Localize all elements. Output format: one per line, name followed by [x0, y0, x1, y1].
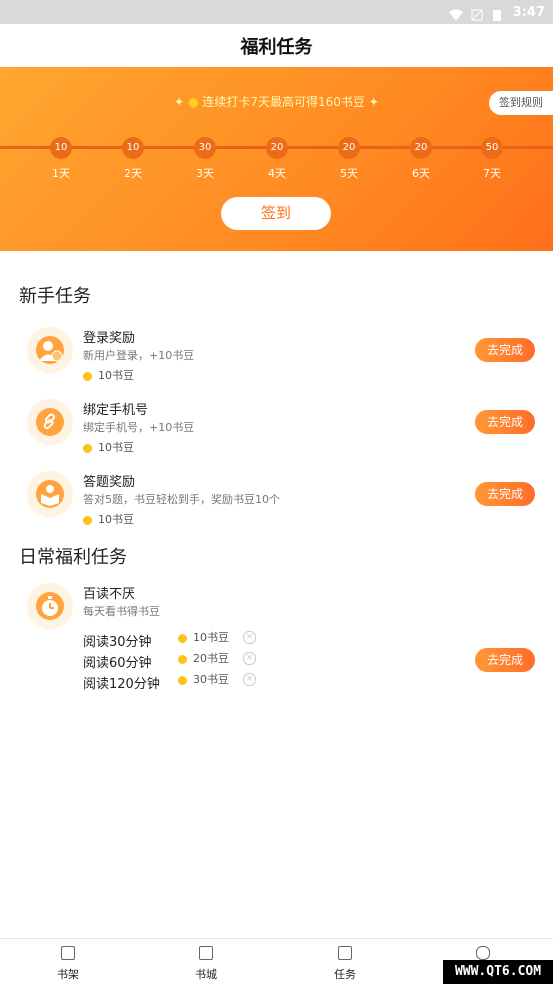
reading-goal-reward: 30书豆 [178, 671, 229, 687]
title-bar: 福利任务 [0, 24, 553, 68]
day-reward: 20 [266, 137, 288, 159]
reading-goal-reward: 20书豆 [178, 650, 229, 666]
tab-bookstore[interactable]: 书城 [166, 939, 246, 982]
incomplete-icon: × [243, 631, 256, 644]
stopwatch-icon [36, 592, 64, 620]
sparkle-icon: ✦ [368, 95, 379, 109]
task-reward: 10书豆 [83, 511, 134, 527]
bean-icon [178, 633, 187, 643]
wifi-icon [448, 6, 463, 21]
task-desc: 新用户登录，+10书豆 [83, 349, 195, 362]
task-daily-reading: 百读不厌 每天看书得书豆 阅读30分钟 10书豆 × 阅读60分钟 20书豆 ×… [0, 583, 553, 693]
checkin-tip-text: 连续打卡7天最高可得160书豆 [202, 95, 365, 109]
task-name: 绑定手机号 [83, 403, 149, 418]
task-reward-text: 10书豆 [98, 369, 134, 382]
task-go-button[interactable]: 去完成 [475, 482, 535, 506]
book-reader-icon [36, 480, 64, 508]
daily-section-title: 日常福利任务 [19, 547, 127, 568]
newbie-section-title: 新手任务 [19, 286, 91, 307]
bean-icon [83, 371, 92, 381]
day-label: 7天 [483, 167, 501, 180]
tasks-icon [338, 946, 352, 960]
day-label: 6天 [412, 167, 430, 180]
sign-in-button[interactable]: 签到 [221, 197, 331, 230]
task-icon-wrap [27, 399, 73, 445]
day-reward: 30 [194, 137, 216, 159]
tab-label: 书架 [57, 968, 79, 981]
task-reward: 10书豆 [83, 439, 134, 455]
reading-reward-text: 30书豆 [193, 673, 229, 686]
bookstore-icon [199, 946, 213, 960]
day-label: 1天 [52, 167, 70, 180]
battery-icon [492, 6, 507, 21]
day-label: 5天 [340, 167, 358, 180]
task-go-button[interactable]: 去完成 [475, 410, 535, 434]
incomplete-icon: × [243, 652, 256, 665]
reading-reward-text: 10书豆 [193, 631, 229, 644]
day-reward: 50 [481, 137, 503, 159]
checkin-day-3: 30 3天 [185, 137, 225, 181]
bean-icon [83, 515, 92, 525]
tab-tasks[interactable]: 任务 [305, 939, 385, 982]
task-bind-phone: 绑定手机号 绑定手机号，+10书豆 10书豆 去完成 [0, 399, 553, 469]
status-bar: 3:47 [0, 0, 553, 24]
tab-label: 书城 [195, 968, 217, 981]
task-reward-text: 10书豆 [98, 513, 134, 526]
bean-icon [83, 443, 92, 453]
checkin-day-2: 10 2天 [113, 137, 153, 181]
bean-icon [178, 675, 187, 685]
profile-icon [476, 946, 490, 960]
task-icon-wrap [27, 327, 73, 373]
no-sim-icon [471, 6, 485, 21]
reading-goal-reward: 10书豆 [178, 629, 229, 645]
page-title: 福利任务 [240, 37, 313, 58]
task-reward: 10书豆 [83, 367, 134, 383]
task-go-button[interactable]: 去完成 [475, 338, 535, 362]
checkin-banner: ✦ ● 连续打卡7天最高可得160书豆 ✦ 签到规则 10 1天 10 2天 3… [0, 67, 553, 251]
user-check-icon [36, 336, 64, 364]
task-name: 答题奖励 [83, 475, 136, 490]
checkin-day-5: 20 5天 [329, 137, 369, 181]
bean-icon: ● [188, 95, 199, 109]
day-reward: 20 [338, 137, 360, 159]
bean-icon [178, 654, 187, 664]
task-desc: 每天看书得书豆 [83, 605, 160, 618]
watermark: WWW.QT6.COM [443, 960, 553, 984]
incomplete-icon: × [243, 673, 256, 686]
day-label: 3天 [196, 167, 214, 180]
day-reward: 10 [50, 137, 72, 159]
link-icon [36, 408, 64, 436]
checkin-day-4: 20 4天 [257, 137, 297, 181]
task-name: 登录奖励 [83, 331, 136, 346]
status-time: 3:47 [512, 4, 545, 20]
task-name: 百读不厌 [83, 587, 136, 602]
sparkle-icon: ✦ [174, 95, 185, 109]
tab-label: 任务 [334, 968, 356, 981]
checkin-day-7: 50 7天 [472, 137, 512, 181]
day-reward: 10 [122, 137, 144, 159]
day-label: 2天 [124, 167, 142, 180]
task-icon-wrap [27, 471, 73, 517]
checkin-rules-button[interactable]: 签到规则 [489, 91, 553, 115]
task-desc: 绑定手机号，+10书豆 [83, 421, 195, 434]
task-login-reward: 登录奖励 新用户登录，+10书豆 10书豆 去完成 [0, 327, 553, 397]
task-reward-text: 10书豆 [98, 441, 134, 454]
checkin-tip: ✦ ● 连续打卡7天最高可得160书豆 ✦ [0, 93, 553, 110]
reading-goal-label: 阅读120分钟 [83, 677, 160, 692]
checkin-day-6: 20 6天 [401, 137, 441, 181]
task-go-button[interactable]: 去完成 [475, 648, 535, 672]
bookshelf-icon [61, 946, 75, 960]
checkin-day-1: 10 1天 [41, 137, 81, 181]
reading-reward-text: 20书豆 [193, 652, 229, 665]
reading-goal-label: 阅读30分钟 [83, 635, 152, 650]
reading-goal-label: 阅读60分钟 [83, 656, 152, 671]
task-icon-wrap [27, 583, 73, 629]
tab-bookshelf[interactable]: 书架 [28, 939, 108, 982]
task-desc: 答对5题，书豆轻松到手，奖励书豆10个 [83, 493, 280, 506]
day-label: 4天 [268, 167, 286, 180]
day-reward: 20 [410, 137, 432, 159]
task-quiz-reward: 答题奖励 答对5题，书豆轻松到手，奖励书豆10个 10书豆 去完成 [0, 471, 553, 541]
